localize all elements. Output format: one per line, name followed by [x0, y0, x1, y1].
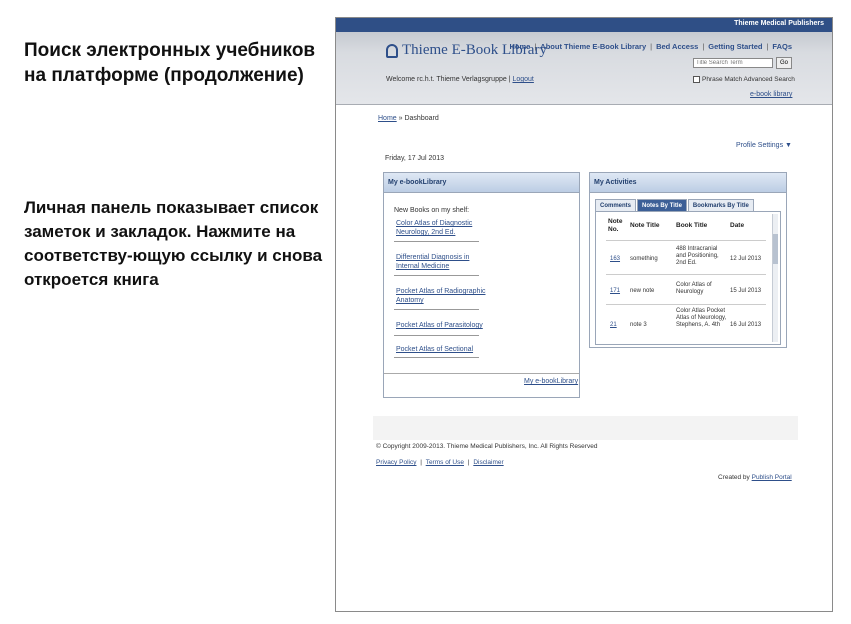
slide-title: Поиск электронных учебников на платформе… [24, 40, 316, 86]
divider [394, 335, 479, 336]
divider [394, 241, 479, 242]
disclaimer-link[interactable]: Disclaimer [473, 459, 503, 466]
created-by-link[interactable]: Publish Portal [752, 474, 792, 481]
book-title: Color Atlas Pocket Atlas of Neurology, S… [676, 308, 727, 328]
phrase-match-checkbox[interactable] [693, 76, 700, 83]
privacy-policy-link[interactable]: Privacy Policy [376, 459, 416, 466]
publisher-name: Thieme Medical Publishers [734, 20, 824, 27]
profile-settings[interactable]: Profile Settings ▼ [736, 142, 792, 149]
book-title: Color Atlas of Neurology [676, 282, 712, 295]
created-by: Created by Publish Portal [718, 474, 792, 481]
top-nav: Home | About Thieme E-Book Library | Bed… [509, 42, 792, 51]
nav-home[interactable]: Home [509, 42, 530, 51]
book-link-3[interactable]: Pocket Atlas of Radiographic Anatomy [396, 287, 486, 305]
breadcrumb-home[interactable]: Home [378, 115, 397, 122]
footer-band [373, 416, 798, 440]
nav-separator: | [650, 42, 653, 51]
advanced-search: Phrase Match Advanced Search [693, 76, 795, 83]
search-input[interactable] [693, 58, 773, 68]
note-title: new note [630, 288, 655, 294]
ebook-library-screenshot: Thieme Medical Publishers Thieme E-Book … [335, 17, 833, 612]
search-go-button[interactable]: Go [776, 57, 792, 69]
note-date: 16 Jul 2013 [730, 322, 762, 328]
divider [394, 309, 479, 310]
activities-panel-title: My Activities [590, 173, 786, 193]
note-date: 12 Jul 2013 [730, 256, 762, 262]
col-note-title: Note Title [630, 222, 660, 229]
nav-about[interactable]: About Thieme E-Book Library [540, 42, 646, 51]
my-library-link[interactable]: My e-bookLibrary [524, 378, 578, 385]
note-no-link[interactable]: 21 [610, 322, 617, 329]
book-link-4[interactable]: Pocket Atlas of Parasitology [396, 321, 486, 330]
note-title: something [630, 256, 658, 262]
book-link-1[interactable]: Color Atlas of Diagnostic Neurology, 2nd… [396, 219, 486, 237]
my-ebook-library-panel: My e-bookLibrary New Books on my shelf: … [383, 172, 580, 398]
profile-settings-label: Profile Settings [736, 142, 784, 149]
footer-separator: | [420, 459, 422, 466]
site-header: Thieme Medical Publishers Thieme E-Book … [336, 18, 832, 105]
nav-separator: | [534, 42, 537, 51]
row-divider [606, 304, 766, 305]
nav-separator: | [766, 42, 769, 51]
current-date: Friday, 17 Jul 2013 [385, 155, 445, 162]
breadcrumb-current: Dashboard [404, 115, 439, 122]
row-divider [606, 274, 766, 275]
advanced-search-label[interactable]: Phrase Match Advanced Search [702, 76, 795, 83]
copyright-text: © Copyright 2009-2013. Thieme Medical Pu… [376, 443, 598, 450]
welcome-text: Welcome rc.h.t. Thieme Verlagsgruppe | L… [386, 76, 534, 83]
logout-link[interactable]: Logout [512, 76, 533, 83]
slide-body-text: Личная панель показывает список заметок … [24, 198, 323, 289]
divider [394, 275, 479, 276]
divider [394, 357, 479, 358]
nav-bed-access[interactable]: Bed Access [656, 42, 698, 51]
created-by-label: Created by [718, 474, 750, 481]
col-date: Date [730, 222, 745, 229]
library-panel-title: My e-bookLibrary [384, 173, 579, 193]
book-link-2[interactable]: Differential Diagnosis in Internal Medic… [396, 253, 486, 271]
note-no-link[interactable]: 171 [610, 288, 620, 295]
row-divider [606, 240, 766, 241]
footer-separator: | [467, 459, 470, 466]
col-note-no: Note No. [608, 218, 623, 233]
triangle-down-icon: ▼ [785, 142, 792, 149]
terms-of-use-link[interactable]: Terms of Use [426, 459, 464, 466]
note-title: note 3 [630, 322, 647, 328]
my-activities-panel: My Activities Comments Notes By Title Bo… [589, 172, 787, 348]
notes-scrollbar[interactable] [772, 214, 778, 342]
nav-getting-started[interactable]: Getting Started [708, 42, 762, 51]
book-title: 488 Intracranial and Positioning, 2nd Ed… [676, 246, 719, 266]
col-book-title: Book Title [676, 222, 708, 229]
note-no-link[interactable]: 163 [610, 256, 620, 263]
welcome-label: Welcome rc.h.t. Thieme Verlagsgruppe [386, 76, 507, 83]
nav-separator: | [702, 42, 705, 51]
ebook-library-link[interactable]: e-book library [750, 91, 792, 98]
book-link-5[interactable]: Pocket Atlas of Sectional [396, 345, 486, 354]
scrollbar-thumb[interactable] [773, 234, 778, 264]
footer-links: Privacy Policy | Terms of Use | Disclaim… [376, 459, 504, 466]
note-date: 15 Jul 2013 [730, 288, 762, 294]
nav-faqs[interactable]: FAQs [772, 42, 792, 51]
thieme-logo-icon [386, 43, 398, 58]
panel-bottom-divider [384, 373, 579, 374]
notes-table: Note No. Note Title Book Title Date 163 … [595, 211, 781, 345]
breadcrumb: Home » Dashboard [378, 115, 439, 122]
header-top-strip: Thieme Medical Publishers [336, 18, 832, 32]
new-books-heading: New Books on my shelf: [394, 207, 470, 214]
